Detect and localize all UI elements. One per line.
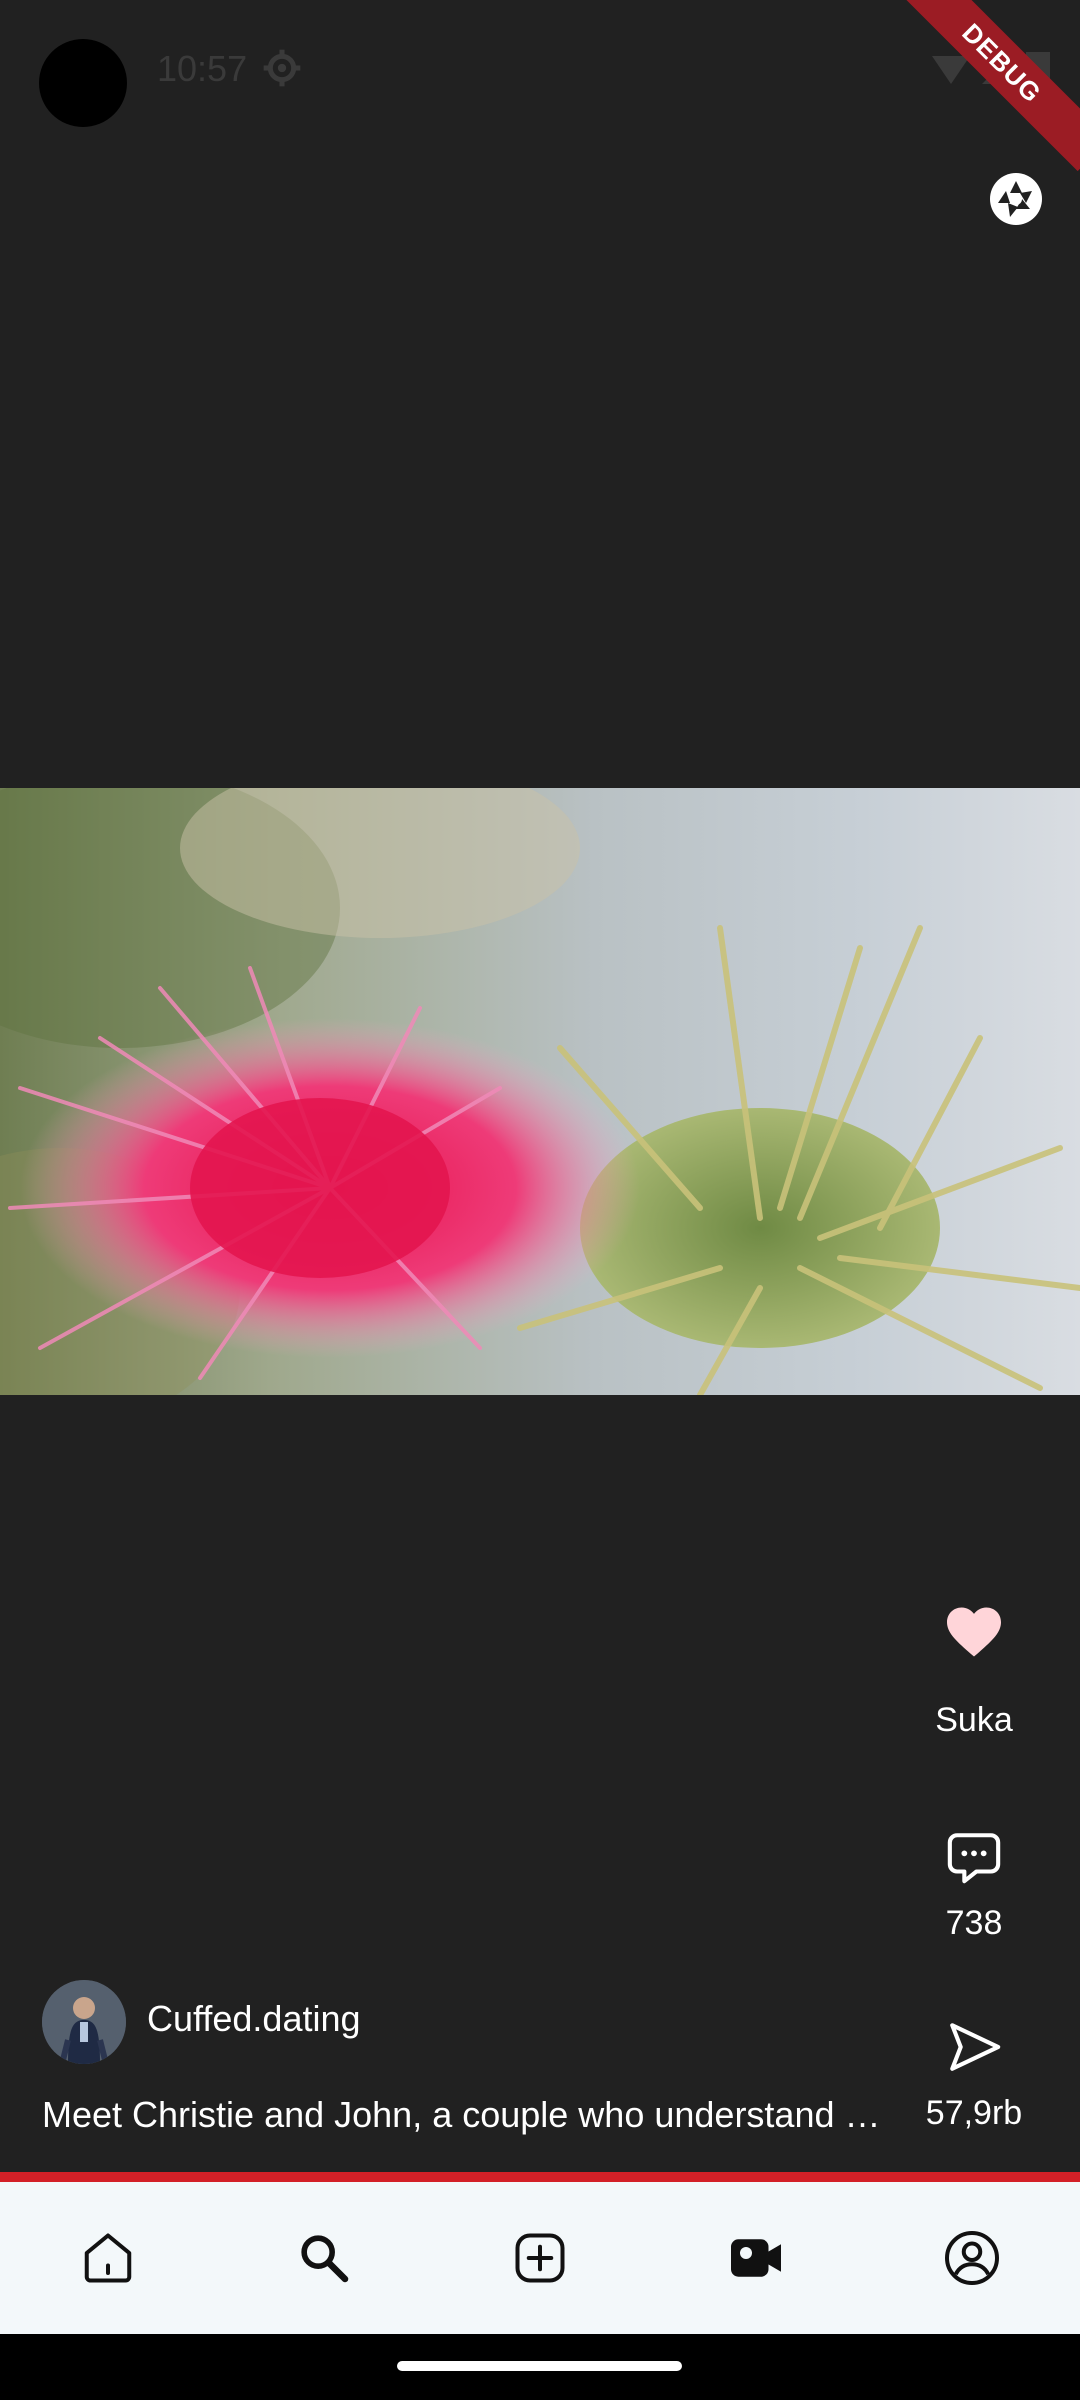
nav-home[interactable] bbox=[0, 2182, 216, 2334]
nav-search[interactable] bbox=[216, 2182, 432, 2334]
bottom-navigation bbox=[0, 2182, 1080, 2334]
comment-action[interactable]: 738 bbox=[904, 1828, 1044, 1943]
thistle-flower-image bbox=[0, 788, 1080, 1395]
share-count: 57,9rb bbox=[925, 2094, 1023, 2132]
comment-icon[interactable] bbox=[945, 1828, 1003, 1886]
author-name[interactable]: Cuffed.dating bbox=[147, 1998, 361, 2040]
camera-shutter-icon[interactable] bbox=[988, 171, 1044, 227]
gesture-handle[interactable] bbox=[397, 2361, 682, 2371]
nav-profile[interactable] bbox=[864, 2182, 1080, 2334]
video-player[interactable] bbox=[0, 788, 1080, 1395]
status-time: 10:57 bbox=[157, 48, 248, 89]
like-label: Suka bbox=[935, 1701, 1013, 1739]
comment-count: 738 bbox=[945, 1904, 1003, 1942]
send-icon[interactable] bbox=[945, 2018, 1003, 2076]
settings-gear-icon bbox=[263, 49, 301, 87]
nav-create[interactable] bbox=[432, 2182, 648, 2334]
avatar-photo bbox=[42, 1980, 126, 2064]
like-action[interactable]: Suka bbox=[904, 1605, 1044, 1740]
add-icon[interactable] bbox=[510, 2228, 570, 2288]
post-caption[interactable]: Meet Christie and John, a couple who und… bbox=[42, 2094, 887, 2136]
heart-icon[interactable] bbox=[944, 1605, 1004, 1659]
search-icon[interactable] bbox=[296, 2230, 352, 2286]
author-avatar[interactable] bbox=[42, 1980, 126, 2064]
profile-icon[interactable] bbox=[942, 2228, 1002, 2288]
home-icon[interactable] bbox=[78, 2228, 138, 2288]
video-progress-bar[interactable] bbox=[0, 2172, 1080, 2182]
share-action[interactable]: 57,9rb bbox=[904, 2018, 1044, 2133]
status-bar: 10:57 DEBUG bbox=[0, 0, 1080, 172]
front-camera-cutout bbox=[39, 39, 127, 127]
video-icon[interactable] bbox=[726, 2228, 786, 2288]
nav-reels[interactable] bbox=[648, 2182, 864, 2334]
